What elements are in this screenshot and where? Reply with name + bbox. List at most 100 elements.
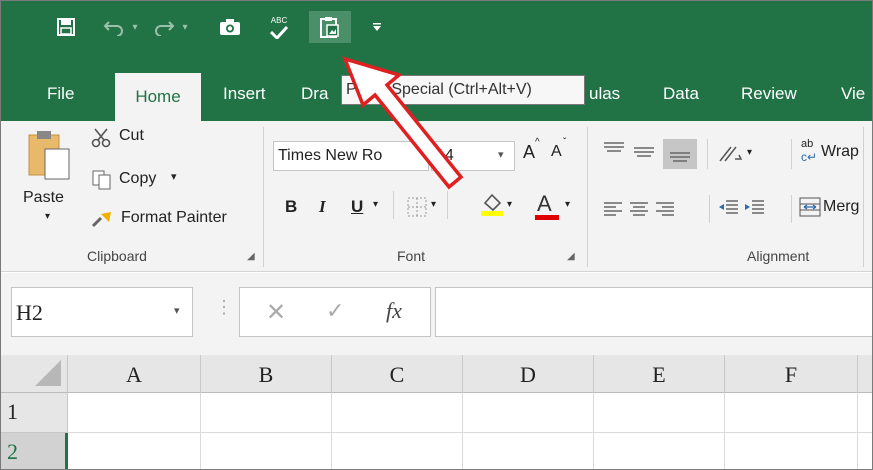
column-header-c[interactable]: C [332,355,463,393]
copy-dropdown-icon: ▾ [171,171,177,183]
align-bottom-button[interactable] [663,139,697,169]
wrap-arrow-icon: c↵ [801,150,818,164]
underline-dropdown-icon[interactable]: ▾ [373,199,378,210]
paste-special-icon[interactable] [309,11,351,43]
italic-button[interactable]: I [319,197,326,217]
align-middle-icon[interactable] [633,145,655,161]
merge-center-button[interactable]: Merg [799,193,872,223]
row-header-2[interactable]: 2 [1,433,68,469]
decrease-indent-icon[interactable] [717,199,739,217]
tab-file[interactable]: File [47,73,74,121]
font-launcher-icon[interactable]: ◢ [567,251,575,262]
align-left-icon[interactable] [603,201,623,217]
paste-button[interactable]: Paste ▾ [21,127,77,243]
font-group-label: Font [397,248,426,264]
column-header-d[interactable]: D [463,355,594,393]
gridline [462,393,463,469]
tab-formulas[interactable]: ulas [589,73,620,121]
grow-font-icon: ^ [535,137,540,148]
redo-dropdown-icon[interactable]: ▾ [179,11,191,43]
merge-label: Merg [823,198,860,215]
borders-icon[interactable] [407,197,427,217]
formula-input[interactable] [435,287,872,337]
save-icon[interactable] [51,11,81,43]
orientation-dropdown-icon[interactable]: ▾ [747,147,752,158]
font-color-dropdown-icon[interactable]: ▾ [565,199,570,210]
undo-dropdown-icon[interactable]: ▾ [129,11,141,43]
group-divider [263,127,264,267]
paste-label: Paste [23,189,64,206]
spelling-icon[interactable]: ABC [263,11,295,43]
copy-button[interactable]: Copy ▾ [91,167,191,193]
insert-function-icon[interactable]: fx [386,298,402,324]
column-header-e[interactable]: E [594,355,725,393]
font-name-value: Times New Ro [278,147,383,164]
font-size-value: 14 [436,147,454,164]
column-header-g[interactable] [858,355,872,393]
fill-color-dropdown-icon[interactable]: ▾ [507,199,512,210]
align-top-icon[interactable] [603,141,625,157]
clipboard-group-label: Clipboard [87,248,147,264]
underline-button[interactable]: U [351,197,363,217]
bold-button[interactable]: B [285,197,297,217]
orientation-icon[interactable] [717,143,743,165]
cancel-icon[interactable]: ✕ [266,298,286,327]
enter-icon[interactable]: ✓ [326,298,344,324]
tab-draw[interactable]: Dra [301,73,328,121]
borders-dropdown-icon[interactable]: ▾ [431,199,436,210]
font-size-box[interactable]: 14 ▾ [431,141,515,171]
divider [709,195,710,223]
shrink-font-button[interactable]: A [551,143,562,161]
font-name-box[interactable]: Times New Ro [273,141,429,171]
divider [393,191,394,219]
group-divider [587,127,588,267]
camera-icon[interactable] [216,11,244,43]
column-header-f[interactable]: F [725,355,858,393]
redo-icon[interactable] [151,11,177,43]
name-box[interactable]: H2 ▾ [11,287,193,337]
tab-review[interactable]: Review [741,73,797,121]
name-box-value: H2 [16,300,43,325]
name-box-dropdown-icon[interactable]: ▾ [174,304,180,317]
format-painter-button[interactable]: Format Painter [91,206,256,232]
align-bottom-icon [670,152,690,162]
select-all-corner[interactable] [1,355,68,393]
column-header-a[interactable]: A [68,355,201,393]
font-size-dropdown-icon[interactable]: ▾ [498,148,504,161]
fill-color-icon[interactable] [479,191,505,217]
column-header-b[interactable]: B [201,355,332,393]
grow-font-button[interactable]: A [523,142,535,163]
paste-special-tooltip: Paste Special (Ctrl+Alt+V) [341,75,585,105]
formula-buttons: ✕ ✓ fx [239,287,431,337]
align-right-icon[interactable] [655,201,675,217]
row-header-1[interactable]: 1 [1,393,68,433]
wrap-text-label: Wrap [821,143,859,160]
font-color-label: A [537,191,552,216]
undo-icon[interactable] [101,11,127,43]
gridline [200,393,201,469]
gridline [331,393,332,469]
gridline [68,432,872,433]
increase-indent-icon[interactable] [743,199,765,217]
divider [791,139,792,169]
wrap-text-icon: ab [801,138,814,150]
copy-icon [92,170,111,190]
merge-icon [799,197,821,217]
customize-qat-icon[interactable] [369,11,385,43]
tab-data[interactable]: Data [663,73,699,121]
gridline [857,393,858,469]
divider [791,195,792,223]
gridline [593,393,594,469]
gridline [724,393,725,469]
tab-insert[interactable]: Insert [223,73,266,121]
copy-label: Copy [119,170,157,187]
font-color-swatch [535,215,559,220]
cut-button[interactable]: Cut [91,125,171,151]
tab-home[interactable]: Home [115,73,201,121]
alignment-group-label: Alignment [747,248,810,264]
format-painter-label: Format Painter [121,209,227,226]
align-center-icon[interactable] [629,201,649,217]
font-color-button[interactable]: A [535,191,559,221]
clipboard-launcher-icon[interactable]: ◢ [247,251,255,262]
tab-view[interactable]: Vie [841,73,865,121]
